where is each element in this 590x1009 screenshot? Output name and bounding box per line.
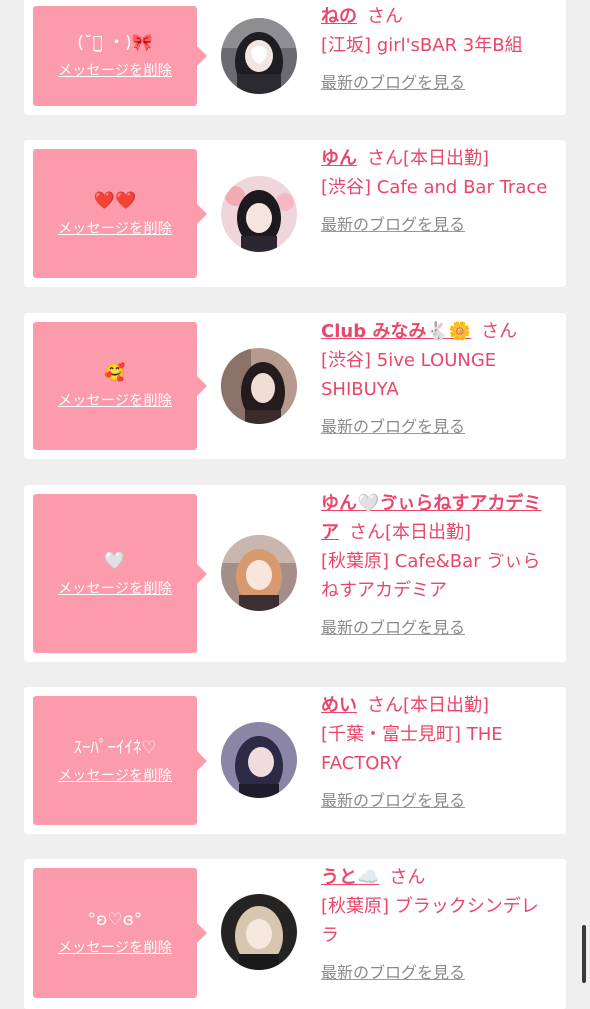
latest-blog-link[interactable]: 最新のブログを見る (321, 958, 465, 987)
sender-info: ゆん🤍ゔぃらねすアカデミア さん[本日出勤] [秋葉原] Cafe&Bar ゔぃら… (321, 489, 552, 642)
latest-blog-link[interactable]: 最新のブログを見る (321, 68, 465, 97)
sender-name[interactable]: めい (321, 695, 357, 716)
message-bubble: ❤️❤️ メッセージを削除 (33, 149, 207, 278)
avatar[interactable] (221, 18, 297, 94)
avatar[interactable] (221, 894, 297, 970)
message-card: ❤️❤️ メッセージを削除 ゆん さん[本日出勤] [渋谷] Cafe and B… (24, 140, 566, 287)
delete-message-link[interactable]: メッセージを削除 (58, 937, 172, 957)
honorific: さん (349, 522, 385, 543)
message-card: 🥰 メッセージを削除 Club みなみ🐇🌼 さん [渋谷] 5ive LOUNGE… (24, 313, 566, 459)
shop-name: [渋谷] Cafe and Bar Trace (321, 177, 548, 198)
latest-blog-link[interactable]: 最新のブログを見る (321, 412, 465, 441)
latest-blog-link[interactable]: 最新のブログを見る (321, 210, 465, 239)
message-card: ｽｰﾊﾟｰｲｲﾈ♡ メッセージを削除 めい さん[本日出勤] [千葉・富士見町] … (24, 687, 566, 834)
sender-info: ねの さん [江坂] girl'sBAR 3年B組 最新のブログを見る (321, 2, 552, 97)
shop-name: [秋葉原] Cafe&Bar ゔぃらねすアカデミア (321, 551, 541, 601)
latest-blog-link[interactable]: 最新のブログを見る (321, 613, 465, 642)
message-text: °ʚ♡ɞ° (87, 910, 143, 930)
latest-blog-link[interactable]: 最新のブログを見る (321, 786, 465, 815)
message-text: 🤍 (104, 550, 126, 571)
delete-message-link[interactable]: メッセージを削除 (58, 578, 172, 598)
sender-name[interactable]: うと☁️ (321, 867, 379, 888)
scrollbar[interactable] (582, 925, 586, 983)
work-status: [本日出勤] (403, 695, 490, 716)
sender-info: うと☁️ さん [秋葉原] ブラックシンデレラ 最新のブログを見る (321, 863, 552, 987)
message-text: ｽｰﾊﾟｰｲｲﾈ♡ (73, 737, 157, 758)
work-status: [本日出勤] (403, 148, 490, 169)
sender-info: めい さん[本日出勤] [千葉・富士見町] THE FACTORY 最新のブログを… (321, 691, 552, 815)
sender-name[interactable]: Club みなみ🐇🌼 (321, 321, 471, 342)
sender-name[interactable]: ねの (321, 6, 357, 27)
message-text: 🥰 (104, 363, 126, 383)
message-card: 🤍 メッセージを削除 ゆん🤍ゔぃらねすアカデミア さん[本日出勤] [秋葉原] C… (24, 485, 566, 662)
delete-message-link[interactable]: メッセージを削除 (58, 218, 172, 238)
message-card: (˘っ̫ ・)🎀 メッセージを削除 ねの さん [江坂] girl'sBAR 3年… (24, 0, 566, 115)
message-text: (˘っ̫ ・)🎀 (77, 33, 153, 53)
avatar[interactable] (221, 722, 297, 798)
message-bubble: 🤍 メッセージを削除 (33, 494, 207, 653)
honorific: さん (481, 321, 518, 342)
avatar[interactable] (221, 348, 297, 424)
shop-name: [秋葉原] ブラックシンデレラ (321, 896, 539, 946)
shop-name: [江坂] girl'sBAR 3年B組 (321, 35, 523, 56)
message-bubble: (˘っ̫ ・)🎀 メッセージを削除 (33, 6, 207, 106)
delete-message-link[interactable]: メッセージを削除 (58, 390, 172, 410)
message-card: °ʚ♡ɞ° メッセージを削除 うと☁️ さん [秋葉原] ブラックシンデレラ 最新… (24, 859, 566, 1009)
honorific: さん (389, 867, 426, 888)
shop-name: [渋谷] 5ive LOUNGE SHIBUYA (321, 350, 497, 400)
honorific: さん (367, 6, 403, 27)
message-bubble: ｽｰﾊﾟｰｲｲﾈ♡ メッセージを削除 (33, 696, 207, 825)
avatar[interactable] (221, 176, 297, 252)
sender-name[interactable]: ゆん (321, 148, 357, 169)
message-bubble: 🥰 メッセージを削除 (33, 322, 207, 450)
message-text: ❤️❤️ (93, 190, 137, 211)
honorific: さん (367, 148, 403, 169)
sender-info: ゆん さん[本日出勤] [渋谷] Cafe and Bar Trace 最新のブロ… (321, 144, 552, 239)
sender-info: Club みなみ🐇🌼 さん [渋谷] 5ive LOUNGE SHIBUYA 最新… (321, 317, 552, 441)
delete-message-link[interactable]: メッセージを削除 (58, 60, 172, 80)
honorific: さん (367, 695, 403, 716)
avatar[interactable] (221, 535, 297, 611)
delete-message-link[interactable]: メッセージを削除 (58, 765, 172, 785)
message-bubble: °ʚ♡ɞ° メッセージを削除 (33, 868, 207, 998)
shop-name: [千葉・富士見町] THE FACTORY (321, 724, 503, 774)
work-status: [本日出勤] (385, 522, 472, 543)
